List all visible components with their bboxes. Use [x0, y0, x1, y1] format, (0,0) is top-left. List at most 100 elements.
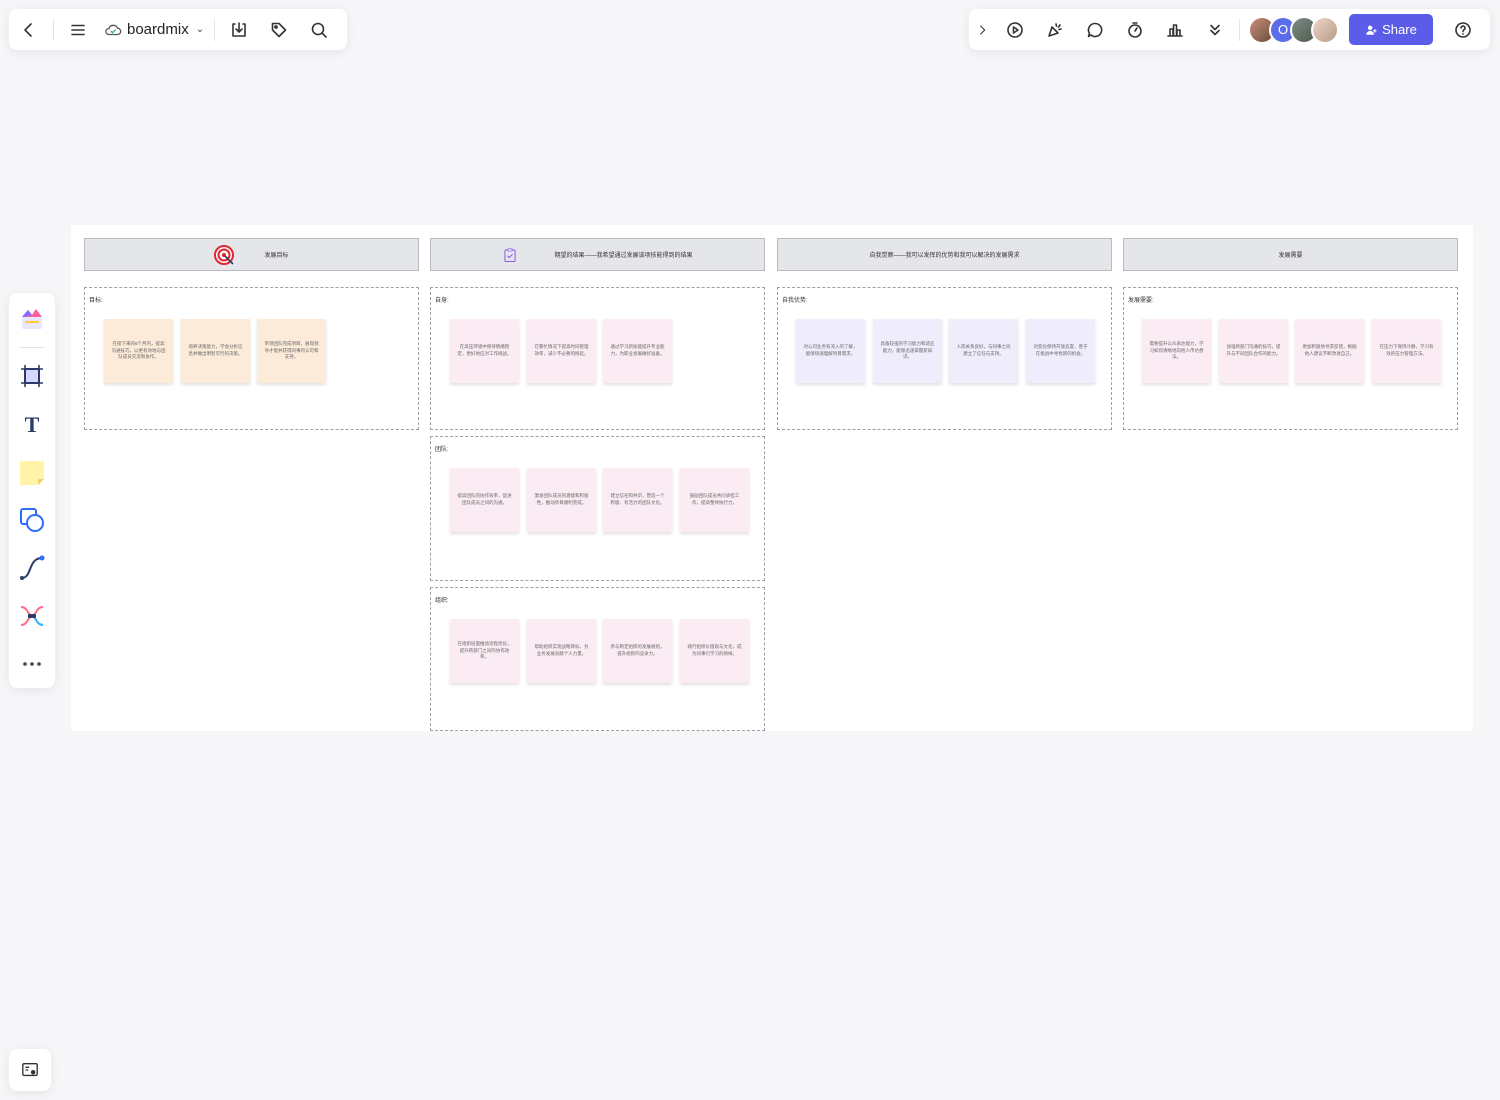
toolbar-divider	[214, 18, 216, 41]
help-button[interactable]	[1447, 9, 1479, 50]
more-tools-button[interactable]	[9, 640, 55, 688]
back-button[interactable]	[9, 9, 49, 50]
svg-text:T: T	[25, 412, 40, 437]
hamburger-menu-icon	[71, 24, 85, 35]
column-header-goal[interactable]: 发展目标	[84, 238, 419, 271]
comment-button[interactable]	[1075, 9, 1115, 50]
sticky-note-tool[interactable]	[9, 448, 55, 496]
template-library-tool[interactable]	[9, 295, 55, 343]
tag-icon	[271, 22, 287, 37]
sticky-note[interactable]: 培养决策能力，学会分析信息并做出明智可行的决策。	[181, 319, 250, 383]
target-icon	[214, 244, 235, 265]
chevron-down-icon: ⌄	[195, 24, 205, 35]
chevron-left-icon	[24, 22, 32, 37]
double-chevron-down-icon	[1210, 24, 1220, 35]
sticky-note[interactable]: 更加积极地寻求反馈，根据他人建议不断改进自己。	[1295, 319, 1364, 383]
section-label: 目标:	[89, 298, 103, 304]
sticky-note[interactable]: 在组织层面推动流程优化，提升跨部门之间的协作效率。	[450, 619, 519, 683]
column-header-title: 发展需要	[1278, 253, 1303, 259]
party-popper-icon	[1048, 22, 1062, 37]
download-button[interactable]	[219, 9, 259, 50]
more-tools-button[interactable]	[1195, 9, 1235, 50]
frame-tool[interactable]	[9, 352, 55, 400]
toolbar-divider	[53, 18, 54, 41]
section-label: 发展需要:	[1128, 298, 1154, 304]
section-self[interactable]: 自身: 在高压环境中保持情绪稳定，更好地应对工作挑战。 在繁忙情况下提高时间管理…	[430, 287, 765, 430]
sticky-note[interactable]: 帮助组织实现战略目标，为业务发展贡献个人力量。	[527, 619, 596, 683]
section-development-needs[interactable]: 发展需要: 需要提升公众表达能力，学习如何清晰地向他人传达想法。 加强跨部门沟通…	[1123, 287, 1458, 430]
top-right-toolbar: O Share	[969, 9, 1490, 50]
sticky-note[interactable]: 在繁忙情况下提高时间管理效率，减少不必要的拖延。	[527, 319, 596, 383]
column-header-development-needs[interactable]: 发展需要	[1123, 238, 1458, 271]
text-tool[interactable]: T	[9, 400, 55, 448]
left-toolbar: T	[9, 293, 55, 688]
search-button[interactable]	[299, 9, 339, 50]
expand-toolbar-button[interactable]	[969, 9, 995, 50]
section-strengths[interactable]: 自我优势: 对公司业务有深入的了解，能够快速理解项目需求。 具备较强的学习能力和…	[777, 287, 1112, 430]
vote-chart-icon	[1167, 23, 1183, 37]
tag-button[interactable]	[259, 9, 299, 50]
section-goals[interactable]: 目标: 在接下来的6个月内，提高沟通技巧，以更有效地与团队成员交流和协作。 培养…	[84, 287, 419, 430]
timer-button[interactable]	[1115, 9, 1155, 50]
column-header-title: 自我觉察——我可以发挥的优势和我可以解决的发展需求	[869, 253, 1020, 259]
connector-tool[interactable]	[9, 544, 55, 592]
help-icon	[1455, 21, 1471, 38]
board-canvas[interactable]: 发展目标 期望的结果——我希望通过发展该项技能得到的结果 自我觉察——我可以发挥…	[71, 225, 1473, 731]
section-label: 团队:	[435, 447, 449, 453]
timer-icon	[1128, 21, 1142, 38]
sticky-note[interactable]: 在高压环境中保持情绪稳定，更好地应对工作挑战。	[450, 319, 519, 383]
column-header-title: 发展目标	[264, 253, 289, 259]
more-icon	[23, 662, 41, 666]
mindmap-icon	[20, 606, 44, 626]
frame-icon	[21, 365, 43, 387]
share-label: Share	[1382, 22, 1417, 37]
sticky-note[interactable]: 激发团队成员的潜能和积极性，推动项目顺利完成。	[527, 468, 596, 532]
templates-icon	[22, 309, 42, 329]
sticky-note[interactable]: 对变化保持开放态度，善于在挑战中寻找新的机会。	[1026, 319, 1095, 383]
sticky-note[interactable]: 需要提升公众表达能力，学习如何清晰地向他人传达想法。	[1142, 319, 1211, 383]
minimap-button[interactable]	[9, 1049, 51, 1091]
toolbar-divider	[19, 347, 45, 348]
menu-button[interactable]	[58, 9, 98, 50]
sticky-note[interactable]: 在接下来的6个月内，提高沟通技巧，以更有效地与团队成员交流和协作。	[104, 319, 173, 383]
sticky-note[interactable]: 建立信任和共识，营造一个积极、有活力的团队文化。	[603, 468, 672, 532]
column-header-expected-results[interactable]: 期望的结果——我希望通过发展该项技能得到的结果	[430, 238, 765, 271]
curve-connector-icon	[20, 555, 45, 580]
text-icon: T	[25, 412, 40, 437]
board-name-dropdown[interactable]: boardmix ⌄	[98, 9, 210, 50]
avatar[interactable]	[1311, 15, 1339, 44]
download-icon	[232, 21, 246, 37]
sticky-note-icon	[20, 461, 44, 485]
share-button[interactable]: Share	[1349, 14, 1433, 45]
board-name: boardmix	[127, 21, 189, 38]
checklist-icon	[504, 247, 517, 262]
column-header-self-awareness[interactable]: 自我觉察——我可以发挥的优势和我可以解决的发展需求	[777, 238, 1112, 271]
sticky-note[interactable]: 践行组织价值观与文化，成为同事们学习的榜样。	[680, 619, 749, 683]
sticky-note[interactable]: 参与制定组织的发展规划，提升组织的竞争力。	[603, 619, 672, 683]
section-organization[interactable]: 组织: 在组织层面推动流程优化，提升跨部门之间的协作效率。 帮助组织实现战略目标…	[430, 587, 765, 731]
vote-button[interactable]	[1155, 9, 1195, 50]
sticky-note[interactable]: 带领团队完成项目，展现领导才能并获得同事的认可和支持。	[257, 319, 326, 383]
sticky-note[interactable]: 在压力下保持冷静，学习有效的压力管理方法。	[1372, 319, 1441, 383]
presentation-button[interactable]	[995, 9, 1035, 50]
comment-icon	[1087, 22, 1103, 37]
section-label: 自我优势:	[782, 298, 808, 304]
toolbar-divider	[1239, 18, 1240, 41]
section-label: 组织:	[435, 598, 449, 604]
sticky-note[interactable]: 人际关系良好，与同事之间建立了信任与支持。	[949, 319, 1018, 383]
add-user-icon	[1366, 25, 1377, 35]
top-left-toolbar: boardmix ⌄	[9, 9, 347, 50]
sticky-note[interactable]: 具备较强的学习能力和适应能力，能够迅速掌握新知识。	[873, 319, 942, 383]
shape-tool[interactable]	[9, 496, 55, 544]
section-label: 自身:	[435, 298, 449, 304]
celebrate-button[interactable]	[1035, 9, 1075, 50]
sticky-note[interactable]: 提高团队的协作效率，促进团队成员之间的沟通。	[450, 468, 519, 532]
sticky-note[interactable]: 鼓励团队成员共同承担工作，提高整体执行力。	[680, 468, 749, 532]
sticky-note[interactable]: 加强跨部门沟通的技巧，提升与不同团队合作的能力。	[1219, 319, 1288, 383]
sticky-note[interactable]: 通过学习新技能提升专业能力，为职业发展做好准备。	[603, 319, 672, 383]
minimap-icon	[22, 1063, 38, 1077]
section-team[interactable]: 团队: 提高团队的协作效率，促进团队成员之间的沟通。 激发团队成员的潜能和积极性…	[430, 436, 765, 581]
mindmap-tool[interactable]	[9, 592, 55, 640]
sticky-note[interactable]: 对公司业务有深入的了解，能够快速理解项目需求。	[796, 319, 865, 383]
collaborator-avatars[interactable]: O	[1248, 15, 1339, 44]
